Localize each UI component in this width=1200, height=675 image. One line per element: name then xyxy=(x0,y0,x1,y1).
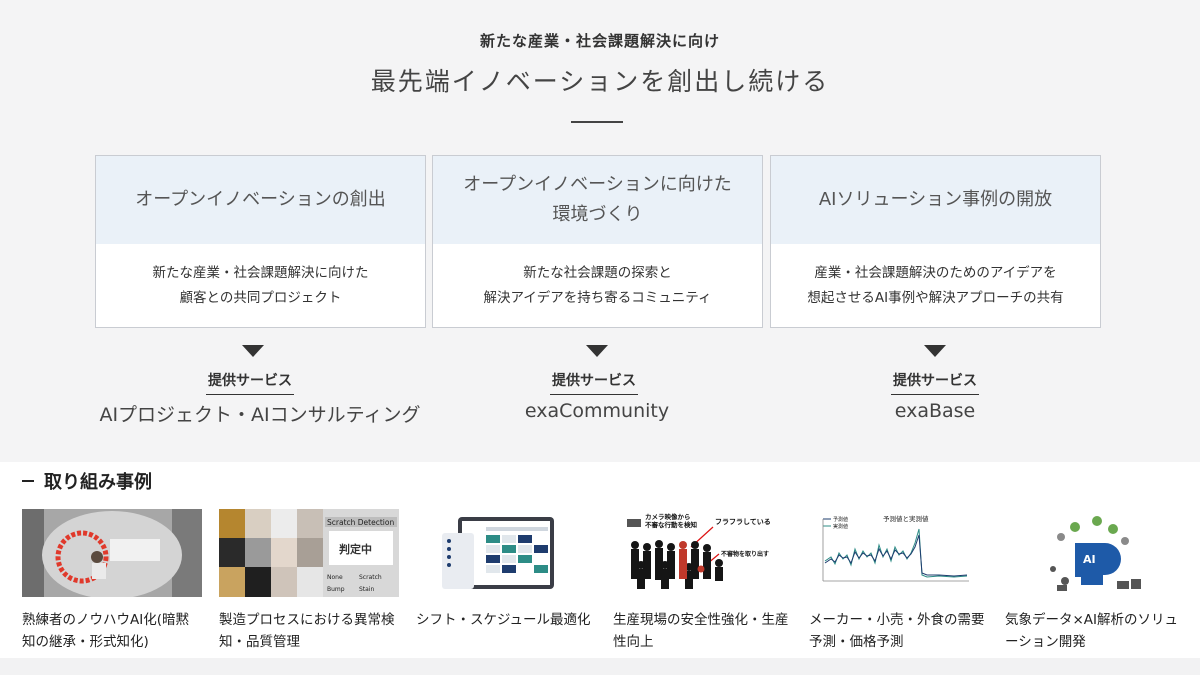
service-label: 提供サービス xyxy=(206,370,294,395)
pillar-card-description: 新たな産業・社会課題解決に向けた 顧客との共同プロジェクト xyxy=(152,264,369,306)
thumb-text: 判定中 xyxy=(339,542,372,556)
thumb-text: 不審物を取り出す xyxy=(721,550,769,558)
case-thumbnail: 予測値と実測値 予測値 実測値 xyxy=(809,509,989,597)
pillar-card-environment: オープンイノベーションに向けた 環境づくり 新たな社会課題の探索と 解決アイデアを持… xyxy=(432,155,763,328)
case-card-site-safety[interactable]: カメラ映像から 不審な行動を検知 フラフラしている 不審物を取り出す 生産現場の… xyxy=(613,509,793,653)
thumb-text: Stain xyxy=(359,586,375,593)
anomaly-detection-image: Scratch Detection 判定中 None Scratch Bump … xyxy=(219,509,399,597)
thumb-text: カメラ映像から xyxy=(645,512,691,521)
thumb-text: Scratch xyxy=(359,574,382,581)
case-caption: 製造プロセスにおける異常検知・品質管理 xyxy=(219,612,395,650)
thumb-text: Bump xyxy=(327,586,345,593)
thumb-text: Scratch Detection xyxy=(327,518,394,527)
case-caption: 熟練者のノウハウAI化(暗黙知の継承・形式知化) xyxy=(22,612,189,650)
forecast-chart-image: 予測値と実測値 予測値 実測値 xyxy=(822,514,969,582)
service-link-exacommunity[interactable]: exaCommunity xyxy=(447,400,747,422)
section-eyebrow: 新たな産業・社会課題解決に向け xyxy=(479,32,720,50)
pillar-card-title: オープンイノベーションの創出 xyxy=(96,156,425,244)
down-arrow-icon xyxy=(924,345,946,357)
case-card-anomaly-detection[interactable]: Scratch Detection 判定中 None Scratch Bump … xyxy=(219,509,399,653)
case-studies-section: 取り組み事例 熟練者のノウハウAI化(暗黙知の継承・形式知化) Scratch … xyxy=(0,462,1200,658)
case-caption: 生産現場の安全性強化・生産性向上 xyxy=(613,612,789,650)
case-caption: シフト・スケジュール最適化 xyxy=(416,612,591,628)
section-headline: 最先端イノベーションを創出し続ける xyxy=(370,67,830,96)
pillar-card-solution-cases: AIソリューション事例の開放 産業・社会課題解決のためのアイデアを 想起させるAI… xyxy=(770,155,1101,328)
crowd-detection-image: カメラ映像から 不審な行動を検知 フラフラしている 不審物を取り出す xyxy=(627,512,771,589)
headline-divider xyxy=(571,121,623,123)
case-thumbnail xyxy=(22,509,202,597)
case-studies-title: 取り組み事例 xyxy=(22,468,152,494)
thumb-text: 実測値 xyxy=(833,523,848,530)
case-thumbnail: AI xyxy=(1005,509,1185,597)
case-card-expert-knowhow[interactable]: 熟練者のノウハウAI化(暗黙知の継承・形式知化) xyxy=(22,509,202,653)
weather-ai-image: AI xyxy=(1050,516,1141,591)
thumb-text: フラフラしている xyxy=(715,518,771,526)
thumb-text: 不審な行動を検知 xyxy=(645,520,698,529)
case-caption: 気象データ×AI解析のソリューション開発 xyxy=(1005,612,1179,650)
pillar-card-title: オープンイノベーションに向けた 環境づくり xyxy=(433,156,762,244)
pillar-card-open-innovation: オープンイノベーションの創出 新たな産業・社会課題解決に向けた 顧客との共同プロジ… xyxy=(95,155,426,328)
service-label: 提供サービス xyxy=(550,370,638,395)
pillar-card-title: AIソリューション事例の開放 xyxy=(771,156,1100,244)
case-thumbnail: Scratch Detection 判定中 None Scratch Bump … xyxy=(219,509,399,597)
case-card-weather-ai[interactable]: AI 気象データ×AI解析のソリューション開発 xyxy=(1005,509,1185,653)
case-thumbnail xyxy=(416,509,596,597)
down-arrow-icon xyxy=(242,345,264,357)
thumb-text: AI xyxy=(1083,553,1096,566)
case-thumbnail: カメラ映像から 不審な行動を検知 フラフラしている 不審物を取り出す xyxy=(613,509,793,597)
thumb-text: None xyxy=(327,574,343,581)
case-card-shift-scheduling[interactable]: シフト・スケジュール最適化 xyxy=(416,509,596,631)
pillar-card-description: 新たな社会課題の探索と 解決アイデアを持ち寄るコミュニティ xyxy=(483,264,712,306)
service-link-exabase[interactable]: exaBase xyxy=(785,400,1085,422)
case-card-demand-forecast[interactable]: 予測値と実測値 予測値 実測値 メーカー・小売・外食の需要予測・価格予測 xyxy=(809,509,989,653)
thumb-text: 予測値と実測値 xyxy=(883,514,929,523)
case-caption: メーカー・小売・外食の需要予測・価格予測 xyxy=(809,612,985,650)
case-studies-title-text: 取り組み事例 xyxy=(44,472,152,493)
overhead-camera-image xyxy=(22,509,202,597)
thumb-text: 予測値 xyxy=(833,516,848,523)
title-dash xyxy=(22,480,34,482)
down-arrow-icon xyxy=(586,345,608,357)
schedule-app-image xyxy=(442,517,554,589)
service-link-ai-project[interactable]: AIプロジェクト・AIコンサルティング xyxy=(60,400,460,427)
pillar-card-description: 産業・社会課題解決のためのアイデアを 想起させるAI事例や解決アプローチの共有 xyxy=(807,264,1064,306)
concept-section: 新たな産業・社会課題解決に向け 最先端イノベーションを創出し続ける オープンイノ… xyxy=(0,0,1200,462)
service-label: 提供サービス xyxy=(891,370,979,395)
